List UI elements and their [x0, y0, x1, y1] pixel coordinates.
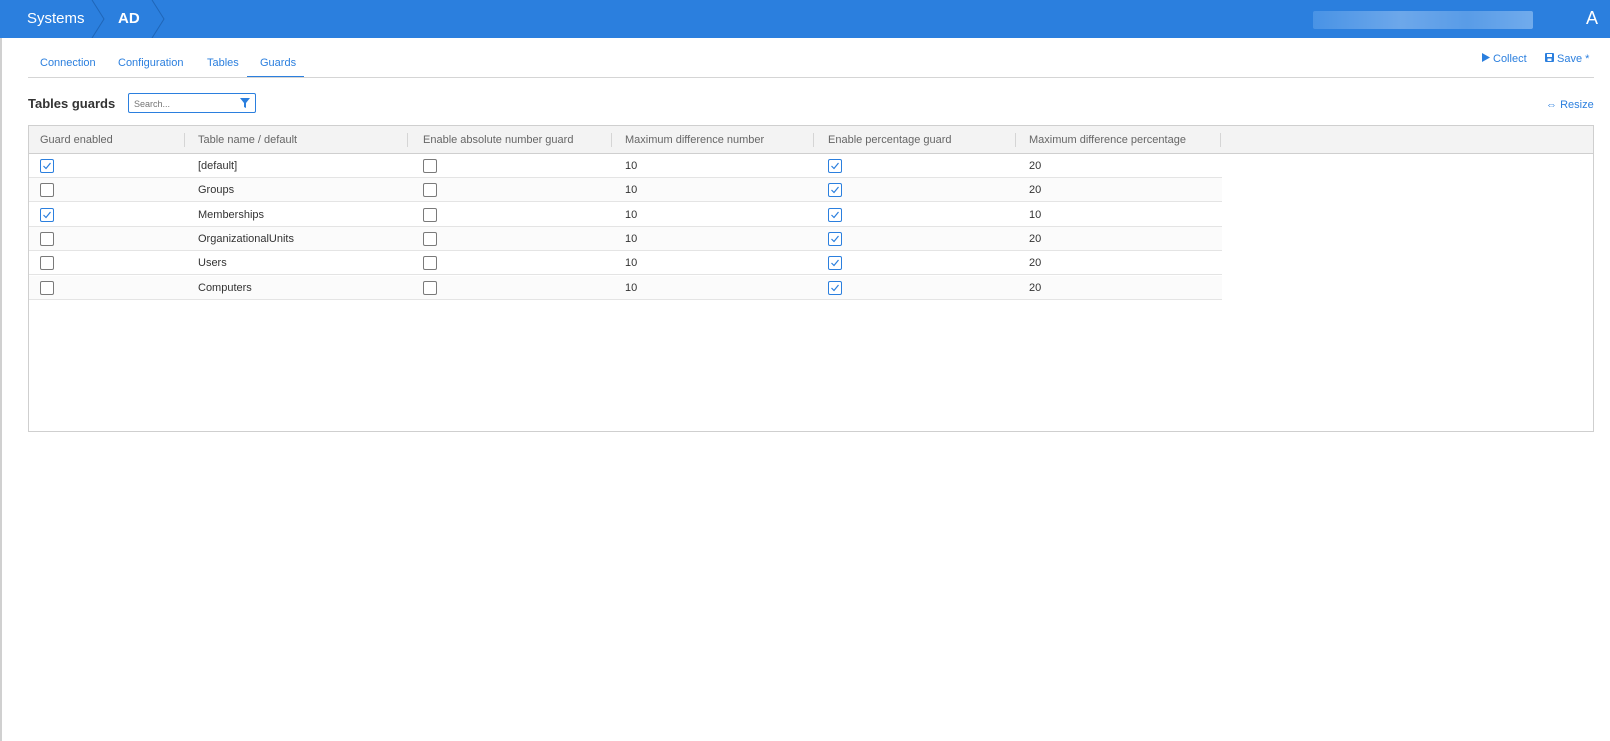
percentage-guard-checkbox[interactable] — [828, 159, 842, 173]
column-header-absolute-guard[interactable]: Enable absolute number guard — [423, 126, 573, 154]
tab-tables[interactable]: Tables — [207, 57, 239, 69]
tab-connection[interactable]: Connection — [40, 57, 96, 69]
resize-label: Resize — [1560, 99, 1594, 111]
horizontal-arrows-icon: ⇔ — [1546, 99, 1557, 111]
table-row[interactable]: Memberships 10 10 — [29, 203, 1222, 227]
table-name-cell: Groups — [198, 184, 235, 197]
percentage-guard-checkbox[interactable] — [828, 231, 842, 246]
guard-enabled-checkbox[interactable] — [40, 231, 54, 246]
tabs-divider — [28, 77, 1594, 78]
guard-enabled-checkbox[interactable] — [40, 256, 54, 271]
tab-guards[interactable]: Guards — [260, 57, 296, 69]
breadcrumb-systems[interactable]: Systems — [27, 0, 85, 38]
max-diff-percentage-cell: 20 — [1029, 160, 1042, 172]
table-row[interactable]: OrganizationalUnits 10 20 — [29, 226, 1222, 251]
column-divider[interactable] — [184, 133, 185, 147]
table-header-row: Guard enabled Table name / default Enabl… — [29, 126, 1593, 154]
user-avatar[interactable]: A — [1580, 5, 1604, 31]
absolute-guard-checkbox[interactable] — [423, 159, 437, 173]
search-field[interactable] — [128, 93, 256, 113]
max-diff-number-cell: 10 — [625, 257, 638, 270]
column-divider[interactable] — [813, 133, 814, 147]
max-diff-number-cell: 10 — [625, 281, 638, 294]
section-title: Tables guards — [28, 96, 116, 111]
absolute-guard-checkbox[interactable] — [423, 183, 437, 198]
column-divider[interactable] — [1220, 133, 1221, 147]
breadcrumb-chevron-icon — [91, 0, 105, 38]
max-diff-percentage-cell: 20 — [1029, 281, 1042, 294]
resize-button[interactable]: ⇔ Resize — [1546, 99, 1594, 111]
table-name-cell: Users — [198, 257, 227, 270]
table-name-cell: Computers — [198, 281, 252, 294]
max-diff-number-cell: 10 — [625, 232, 638, 245]
collect-label: Collect — [1493, 53, 1527, 65]
blurred-header-field — [1313, 11, 1533, 29]
table-name-cell: Memberships — [198, 208, 265, 221]
column-divider[interactable] — [407, 133, 408, 147]
column-header-max-diff-number[interactable]: Maximum difference number — [625, 126, 764, 154]
save-label: Save * — [1557, 53, 1590, 65]
column-divider[interactable] — [1015, 133, 1016, 147]
window-left-border — [0, 0, 2, 741]
table-name-cell: OrganizationalUnits — [198, 232, 294, 245]
guard-enabled-checkbox[interactable] — [40, 207, 54, 222]
table-row[interactable]: Users 10 20 — [29, 251, 1222, 276]
guard-enabled-checkbox[interactable] — [40, 159, 54, 173]
column-header-max-diff-percentage[interactable]: Maximum difference percentage — [1029, 126, 1186, 154]
percentage-guard-checkbox[interactable] — [828, 280, 842, 295]
filter-icon[interactable] — [240, 98, 250, 108]
collect-button[interactable]: Collect — [1482, 53, 1527, 65]
save-button[interactable]: Save * — [1545, 53, 1589, 65]
percentage-guard-checkbox[interactable] — [828, 256, 842, 271]
column-header-table-name[interactable]: Table name / default — [198, 126, 297, 154]
top-navigation-bar: Systems AD A — [0, 0, 1610, 38]
table-row[interactable]: Computers 10 20 — [29, 275, 1222, 300]
max-diff-number-cell: 10 — [625, 208, 638, 221]
absolute-guard-checkbox[interactable] — [423, 207, 437, 222]
column-divider[interactable] — [611, 133, 612, 147]
max-diff-percentage-cell: 20 — [1029, 232, 1042, 245]
max-diff-percentage-cell: 20 — [1029, 257, 1042, 270]
breadcrumb-ad[interactable]: AD — [118, 0, 140, 38]
max-diff-number-cell: 10 — [625, 160, 638, 172]
max-diff-number-cell: 10 — [625, 184, 638, 197]
guard-enabled-checkbox[interactable] — [40, 280, 54, 295]
table-row[interactable]: [default] 10 20 — [29, 154, 1222, 178]
percentage-guard-checkbox[interactable] — [828, 207, 842, 222]
search-input[interactable] — [129, 95, 233, 113]
table-row[interactable]: Groups 10 20 — [29, 178, 1222, 203]
max-diff-percentage-cell: 10 — [1029, 208, 1042, 221]
max-diff-percentage-cell: 20 — [1029, 184, 1042, 197]
play-icon — [1482, 53, 1490, 62]
floppy-disk-icon — [1545, 53, 1554, 62]
table-name-cell: [default] — [198, 160, 238, 172]
breadcrumb-chevron-icon — [151, 0, 165, 38]
guards-table: Guard enabled Table name / default Enabl… — [28, 125, 1594, 432]
guard-enabled-checkbox[interactable] — [40, 183, 54, 198]
absolute-guard-checkbox[interactable] — [423, 231, 437, 246]
column-header-guard-enabled[interactable]: Guard enabled — [40, 126, 113, 154]
absolute-guard-checkbox[interactable] — [423, 280, 437, 295]
absolute-guard-checkbox[interactable] — [423, 256, 437, 271]
percentage-guard-checkbox[interactable] — [828, 183, 842, 198]
tab-configuration[interactable]: Configuration — [118, 57, 183, 69]
column-header-percentage-guard[interactable]: Enable percentage guard — [828, 126, 952, 154]
